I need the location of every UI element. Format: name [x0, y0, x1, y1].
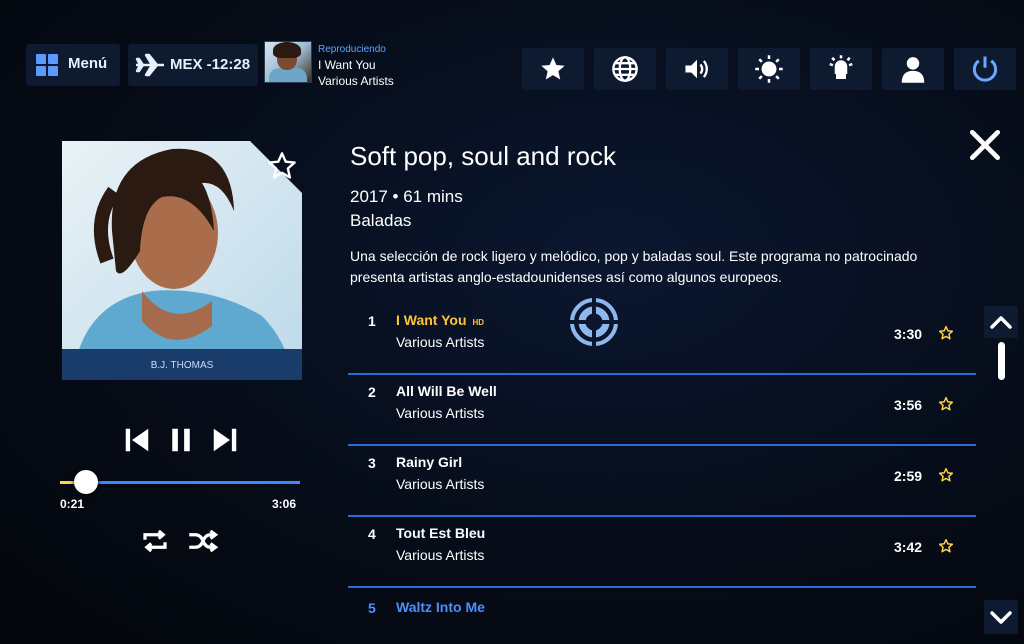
track-artist: Various Artists [396, 476, 485, 492]
shuffle-icon[interactable] [186, 526, 220, 556]
program-meta: 2017 • 61 mins [350, 187, 463, 206]
flight-time-label: MEX -12:28 [170, 56, 251, 73]
now-playing-status: Reproduciendo [318, 44, 386, 55]
track-number: 1 [368, 313, 376, 329]
flight-info-button[interactable]: MEX -12:28 [128, 44, 258, 86]
power-button[interactable] [954, 48, 1016, 90]
track-artist: Various Artists [396, 547, 485, 563]
album-caption: B.J. THOMAS [151, 360, 214, 371]
next-track-icon[interactable] [210, 425, 240, 455]
previous-track-icon[interactable] [122, 425, 152, 455]
track-title: All Will Be Well [396, 383, 497, 399]
language-button[interactable] [594, 48, 656, 90]
progress-handle[interactable] [74, 470, 98, 494]
track-title: Tout Est Bleu [396, 525, 486, 541]
grid-icon [36, 54, 58, 76]
globe-icon [612, 56, 638, 82]
track-row[interactable]: 1 I Want You HD Various Artists 3:30 [348, 303, 976, 375]
now-playing-title[interactable]: I Want You [318, 58, 376, 72]
reading-light-icon [829, 55, 853, 79]
airplane-icon [135, 53, 164, 77]
track-favorite-star-icon[interactable] [938, 396, 954, 412]
track-artist: Various Artists [396, 405, 485, 421]
track-duration: 3:30 [894, 326, 923, 342]
track-number: 5 [368, 600, 376, 616]
scroll-down-button[interactable] [984, 600, 1018, 634]
repeat-icon[interactable] [138, 526, 172, 556]
reading-light-button[interactable] [810, 48, 872, 90]
menu-label: Menú [68, 55, 108, 72]
program-description: Una selección de rock ligero y melódico,… [350, 248, 918, 285]
screen: Menú MEX -12:28 Reproduciendo I Want You… [0, 0, 1024, 644]
program-genre: Baladas [350, 211, 412, 230]
track-duration: 2:59 [894, 468, 923, 484]
track-row[interactable]: 4 Tout Est Bleu Various Artists 3:42 [348, 516, 976, 588]
chevron-down-icon [990, 611, 1012, 624]
track-duration: 3:42 [894, 539, 923, 555]
transport-controls [122, 424, 240, 456]
star-icon [541, 57, 565, 80]
track-favorite-star-icon[interactable] [938, 325, 954, 341]
power-icon [972, 56, 998, 82]
track-title: Rainy Girl [396, 454, 463, 470]
track-favorite-star-icon[interactable] [938, 538, 954, 554]
menu-button[interactable]: Menú [26, 44, 120, 86]
total-time: 3:06 [272, 497, 297, 511]
brightness-icon [755, 55, 783, 83]
now-playing-thumbnail[interactable] [264, 41, 312, 83]
track-row[interactable]: 5 Waltz Into Me [348, 590, 976, 630]
track-number: 2 [368, 384, 376, 400]
track-number: 3 [368, 455, 376, 471]
brightness-button[interactable] [738, 48, 800, 90]
scroll-up-button[interactable] [984, 306, 1018, 338]
track-favorite-star-icon[interactable] [938, 467, 954, 483]
pause-icon[interactable] [166, 425, 196, 455]
program-title: Soft pop, soul and rock [350, 141, 616, 171]
current-time: 0:21 [60, 497, 85, 511]
attendant-call-button[interactable] [882, 48, 944, 90]
track-artist: Various Artists [396, 334, 485, 350]
track-number: 4 [368, 526, 376, 542]
volume-button[interactable] [666, 48, 728, 90]
track-title: I Want You HD [396, 312, 485, 328]
track-title: Waltz Into Me [396, 599, 485, 615]
now-playing-artist: Various Artists [318, 74, 394, 88]
track-row[interactable]: 2 All Will Be Well Various Artists 3:56 [348, 374, 976, 446]
chevron-up-icon [990, 316, 1012, 329]
scrollbar-thumb[interactable] [998, 342, 1005, 380]
volume-icon [685, 59, 708, 79]
favorite-album-star-icon[interactable] [266, 150, 298, 182]
attendant-call-icon [901, 57, 925, 83]
hd-badge: HD [472, 318, 485, 327]
close-icon[interactable] [966, 126, 1004, 164]
favorites-button[interactable] [522, 48, 584, 90]
track-row[interactable]: 3 Rainy Girl Various Artists 2:59 [348, 445, 976, 517]
track-duration: 3:56 [894, 397, 923, 413]
